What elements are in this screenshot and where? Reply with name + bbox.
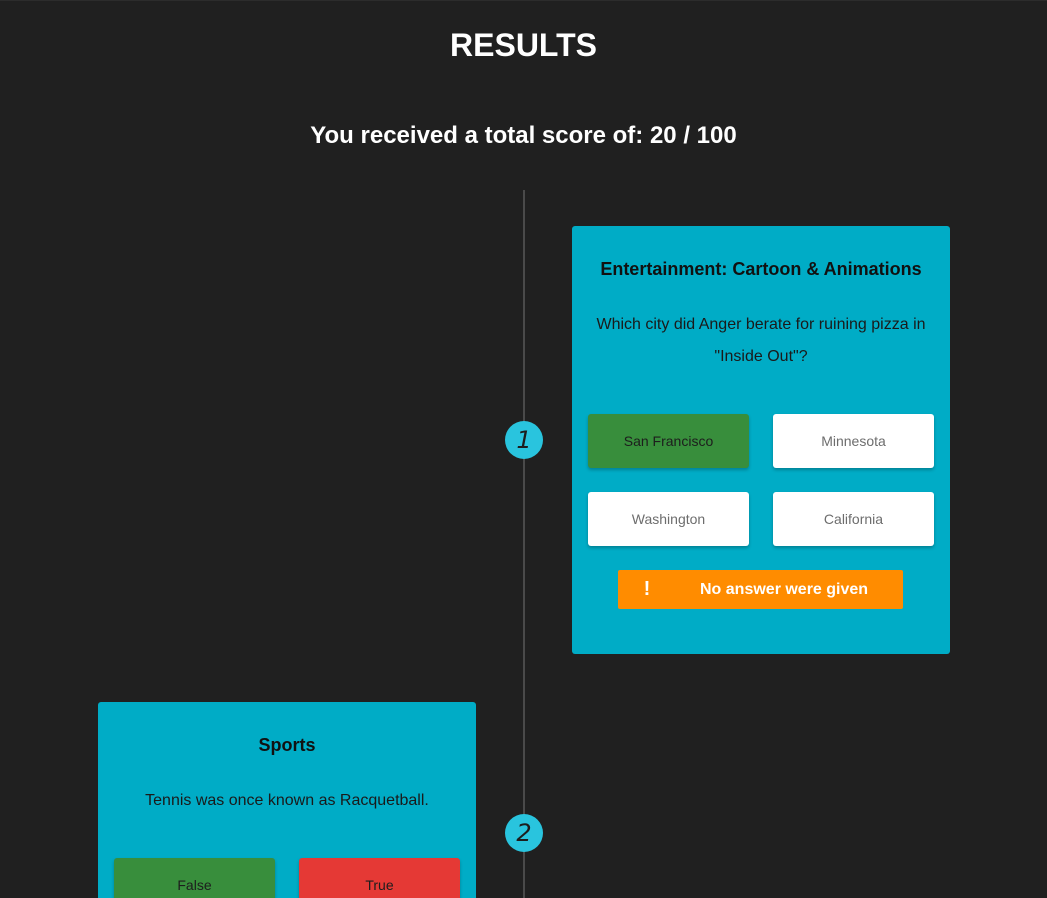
answer-option-false[interactable]: False [114,858,275,898]
page-title: RESULTS [450,27,597,63]
results-page: RESULTS You received a total score of: 2… [0,0,1047,898]
question-card-2: Sports Tennis was once known as Racquetb… [98,702,476,898]
question-category: Sports [258,735,316,755]
question-card-1: Entertainment: Cartoon & Animations Whic… [572,226,950,654]
answer-option-washington[interactable]: Washington [588,492,749,546]
total-score: You received a total score of: 20 / 100 [310,122,737,149]
answer-option-california[interactable]: California [773,492,934,546]
no-answer-label: No answer were given [700,581,869,598]
timeline-line [523,190,525,898]
question-category: Entertainment: Cartoon & Animations [600,259,922,279]
timeline-marker-1: 1 [505,421,543,459]
no-answer-badge: ! No answer were given [618,570,903,609]
exclamation-icon: ! [643,578,651,600]
question-text: Tennis was once known as Racquetball. [145,792,429,809]
timeline-marker-2: 2 [505,814,543,852]
answer-option-san-francisco[interactable]: San Francisco [588,414,749,468]
question-text: Which city did Anger berate for ruining … [596,316,926,365]
answer-option-true[interactable]: True [299,858,460,898]
answer-option-minnesota[interactable]: Minnesota [773,414,934,468]
